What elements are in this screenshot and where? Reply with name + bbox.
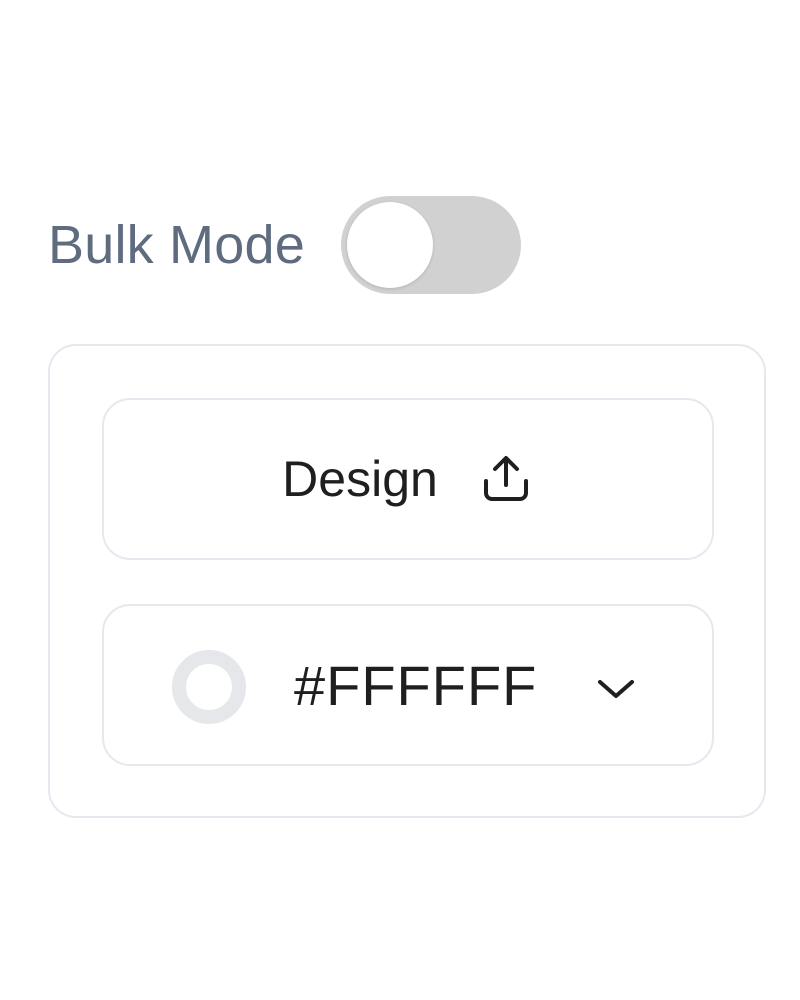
- color-swatch: [172, 650, 246, 724]
- chevron-down-icon: [598, 680, 634, 698]
- color-hex-value: #FFFFFF: [294, 654, 538, 717]
- toggle-knob: [346, 202, 433, 288]
- bulk-mode-row: Bulk Mode: [48, 196, 521, 294]
- design-panel: Design #FFFFFF: [48, 344, 766, 818]
- design-button-label: Design: [282, 451, 438, 507]
- design-upload-button[interactable]: Design: [102, 398, 714, 560]
- upload-icon: [483, 456, 528, 501]
- color-select[interactable]: #FFFFFF: [102, 604, 714, 766]
- bulk-mode-label: Bulk Mode: [48, 215, 305, 275]
- bulk-mode-toggle[interactable]: [340, 196, 521, 294]
